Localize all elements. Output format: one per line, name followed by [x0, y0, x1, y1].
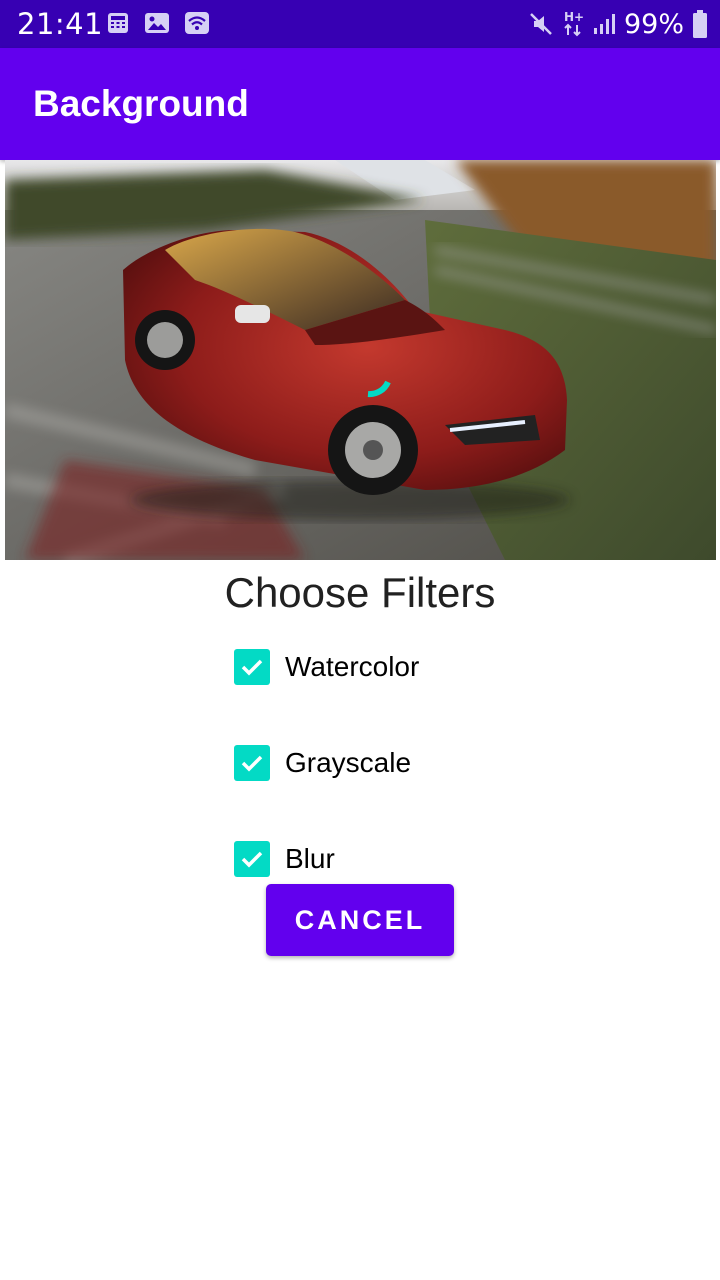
car-photo — [5, 160, 716, 560]
mute-icon — [530, 13, 552, 35]
signal-icon — [593, 14, 615, 34]
calculator-icon — [108, 13, 128, 33]
hplus-data-icon: H+ — [564, 10, 584, 37]
blur-checkbox[interactable]: Blur — [234, 837, 335, 881]
battery-icon — [693, 10, 707, 38]
app-bar: Background — [0, 48, 720, 160]
grayscale-label: Grayscale — [285, 747, 412, 778]
watercolor-label: Watercolor — [285, 651, 420, 682]
watercolor-checkbox[interactable]: Watercolor — [234, 645, 419, 689]
filters-heading: Choose Filters — [224, 569, 496, 616]
blur-label: Blur — [285, 843, 335, 874]
image-icon — [145, 13, 169, 33]
wifi-icon — [185, 12, 209, 34]
loading-spinner — [367, 380, 391, 398]
status-bar: 21:41 H+ 99% — [0, 0, 720, 48]
check-icon — [234, 649, 270, 685]
status-time: 21:41 — [17, 7, 104, 41]
svg-text:H+: H+ — [564, 10, 584, 24]
battery-percent: 99% — [623, 8, 684, 40]
app-title: Background — [33, 83, 249, 124]
grayscale-checkbox[interactable]: Grayscale — [234, 741, 411, 785]
check-icon — [234, 745, 270, 781]
cancel-button[interactable]: CANCEL — [266, 884, 454, 956]
check-icon — [234, 841, 270, 877]
